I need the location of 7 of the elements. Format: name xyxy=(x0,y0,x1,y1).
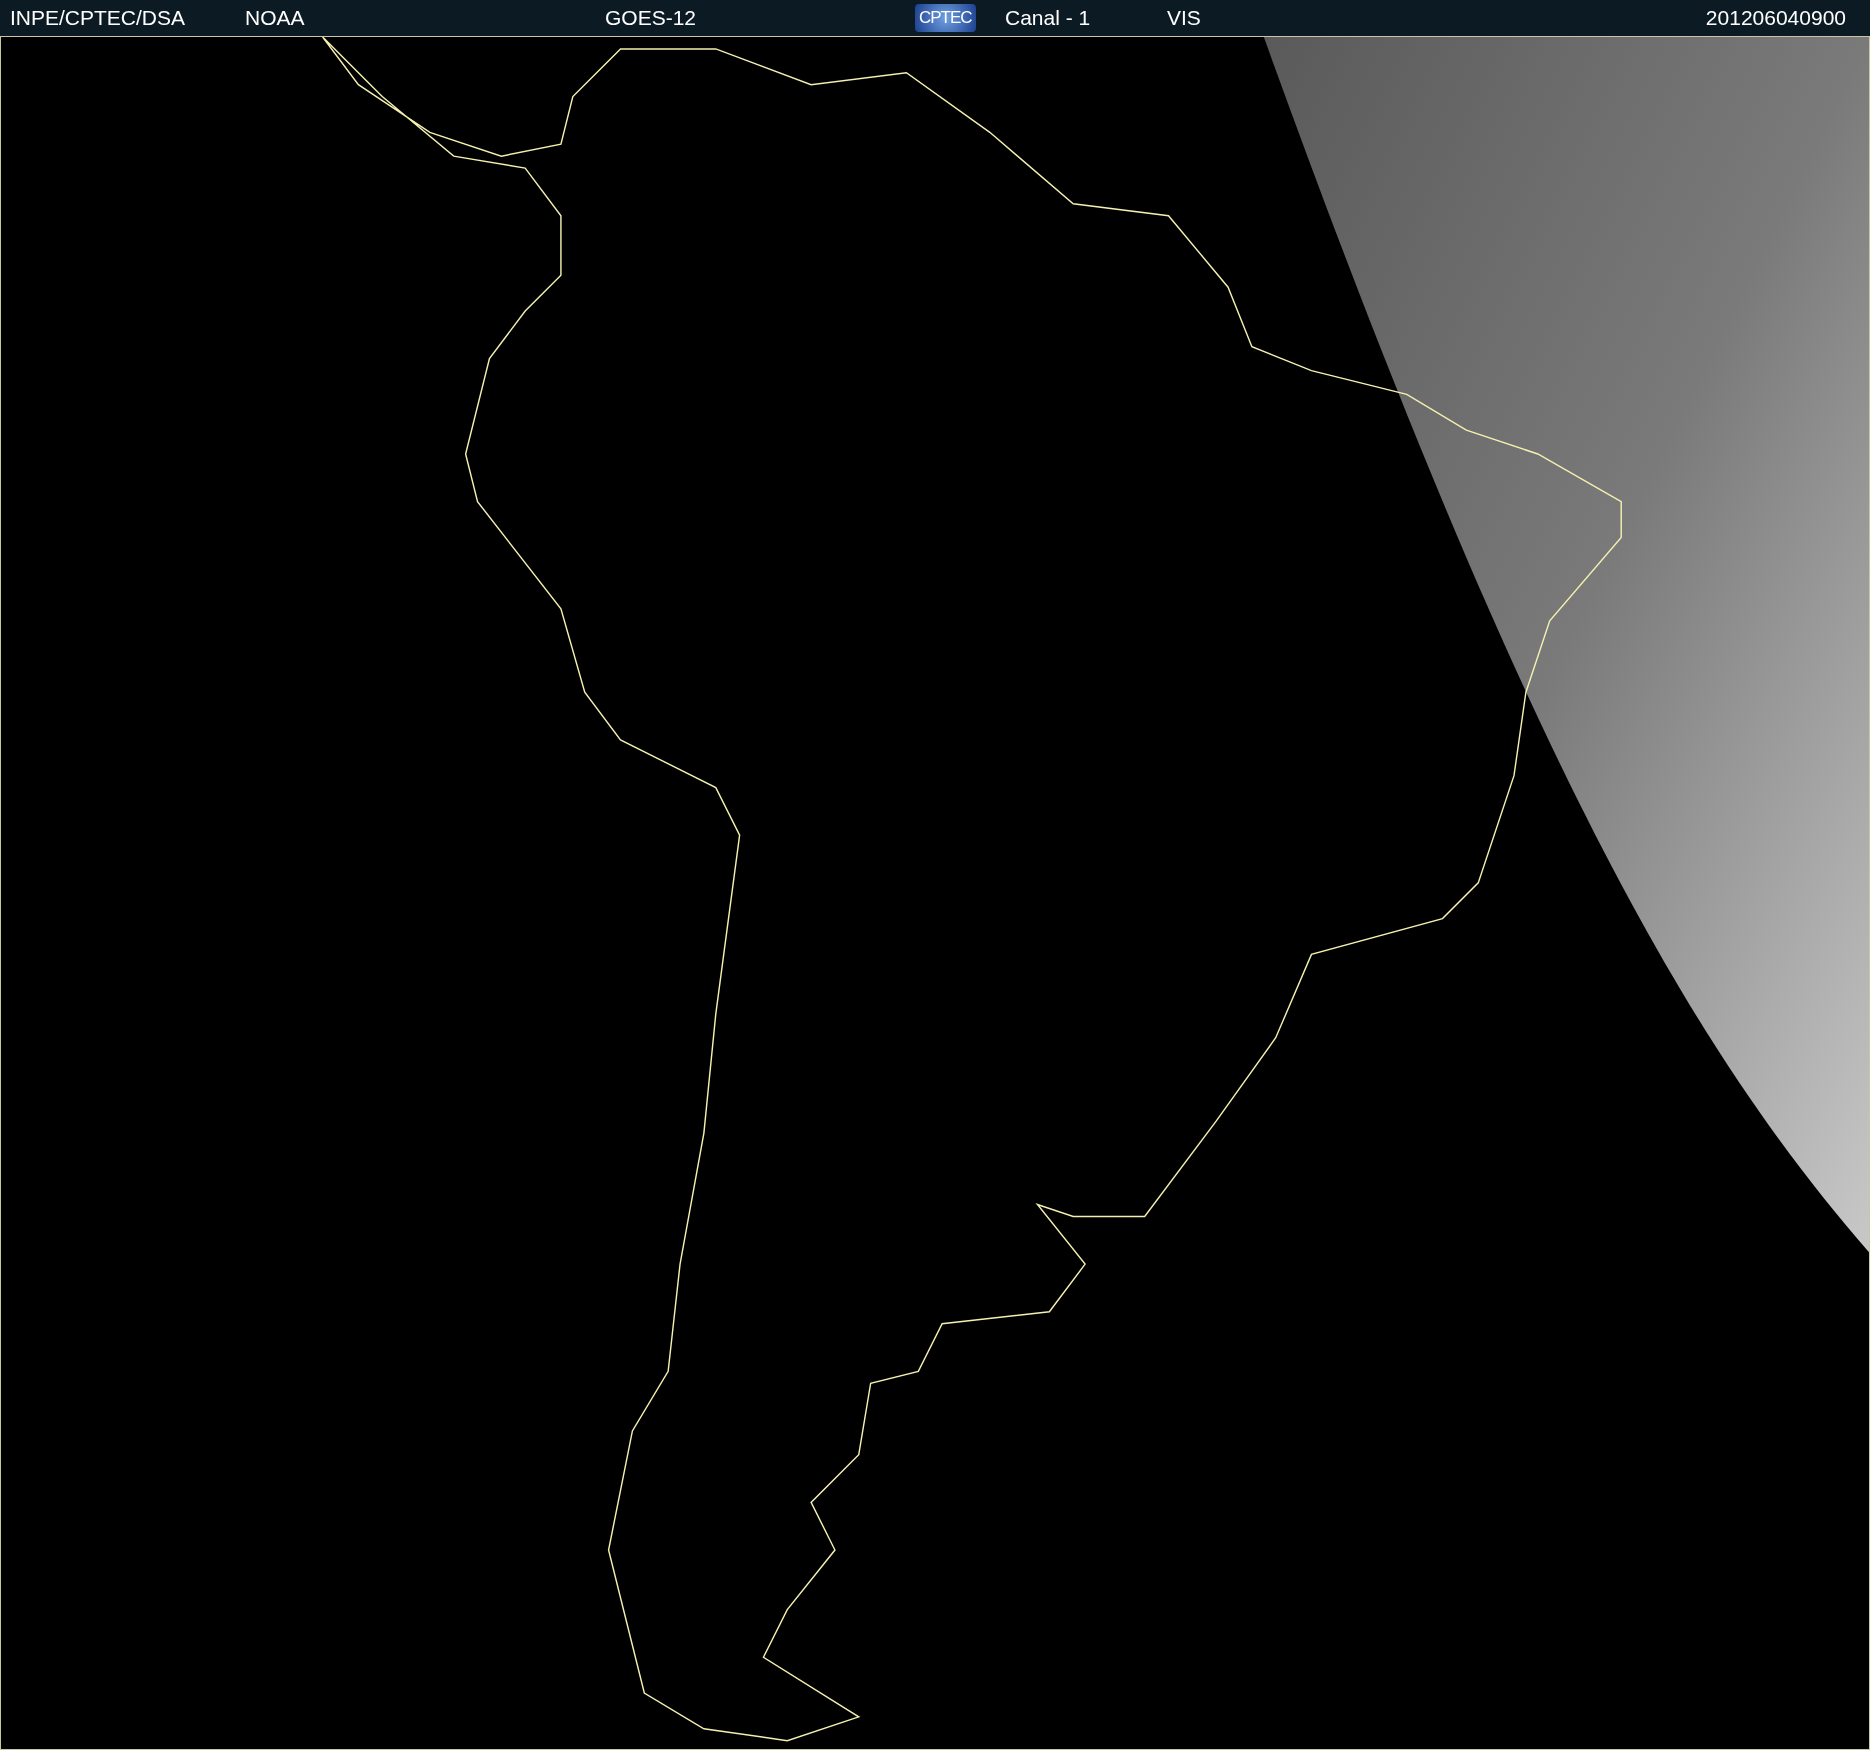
logo: CPTEC xyxy=(915,4,976,32)
header-label: Canal - 1 xyxy=(1005,6,1091,30)
header-label: VIS xyxy=(1167,6,1201,30)
header-label: NOAA xyxy=(245,6,305,30)
header-label: 201206040900 xyxy=(1705,6,1846,30)
header-label: GOES-12 xyxy=(605,6,697,30)
header-label: INPE/CPTEC/DSA xyxy=(10,6,186,30)
